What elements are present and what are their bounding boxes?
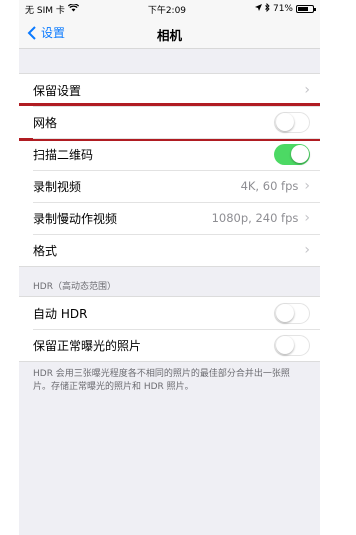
status-bar: 无 SIM 卡 下午2:09 71% (19, 0, 320, 18)
keep-normal-photo-label: 保留正常曝光的照片 (33, 338, 142, 353)
formats-row[interactable]: 格式 › (19, 234, 320, 266)
keep-normal-photo-toggle[interactable] (274, 334, 310, 356)
record-slomo-value: 1080p, 240 fps (211, 211, 299, 225)
grid-row: 网格 (19, 103, 320, 141)
auto-hdr-toggle[interactable] (274, 302, 310, 324)
preserve-settings-label: 保留设置 (33, 83, 82, 98)
battery-icon (296, 5, 316, 13)
chevron-right-icon: › (304, 82, 310, 98)
preserve-settings-row[interactable]: 保留设置 › (19, 74, 320, 106)
scan-qr-row: 扫描二维码 (19, 138, 320, 170)
wifi-icon (67, 2, 79, 15)
auto-hdr-row: 自动 HDR (19, 297, 320, 329)
grid-label: 网格 (33, 115, 58, 130)
keep-normal-photo-row: 保留正常曝光的照片 (19, 329, 320, 361)
hdr-settings-group: 自动 HDR 保留正常曝光的照片 (19, 296, 320, 362)
status-time: 下午2:09 (147, 5, 187, 16)
battery-fill (298, 7, 308, 11)
auto-hdr-label: 自动 HDR (33, 306, 88, 321)
hdr-footer-text: HDR 会用三张曝光程度各不相同的照片的最佳部分合并出一张照片。存储正常曝光的照… (33, 369, 290, 392)
hdr-section-header: HDR（高动态范围） (33, 282, 116, 292)
settings-screen: 无 SIM 卡 下午2:09 71% 设置 相机 保留设置 › 网格 扫描二维码… (19, 0, 320, 535)
chevron-right-icon: › (304, 242, 310, 258)
record-video-row[interactable]: 录制视频 4K, 60 fps › (19, 170, 320, 202)
navigation-bar: 设置 相机 (19, 18, 320, 49)
grid-toggle[interactable] (274, 111, 310, 133)
location-icon (254, 4, 262, 14)
toggle-knob (291, 145, 309, 163)
record-video-label: 录制视频 (33, 179, 82, 194)
chevron-right-icon: › (304, 178, 310, 194)
battery-percent: 71% (272, 4, 293, 14)
scan-qr-toggle[interactable] (274, 143, 310, 165)
toggle-knob (276, 335, 294, 354)
toggle-knob (276, 112, 294, 131)
record-video-value: 4K, 60 fps (240, 179, 299, 193)
toggle-knob (276, 303, 294, 322)
scan-qr-label: 扫描二维码 (33, 147, 94, 162)
page-title: 相机 (156, 28, 182, 43)
formats-label: 格式 (33, 243, 58, 258)
record-slomo-label: 录制慢动作视频 (33, 211, 118, 226)
camera-settings-group: 保留设置 › 网格 扫描二维码 录制视频 4K, 60 fps › 录制慢动作视… (19, 73, 320, 267)
record-slomo-row[interactable]: 录制慢动作视频 1080p, 240 fps › (19, 202, 320, 234)
chevron-right-icon: › (304, 210, 310, 226)
carrier-text: 无 SIM 卡 (25, 5, 65, 16)
bluetooth-icon (265, 2, 270, 15)
